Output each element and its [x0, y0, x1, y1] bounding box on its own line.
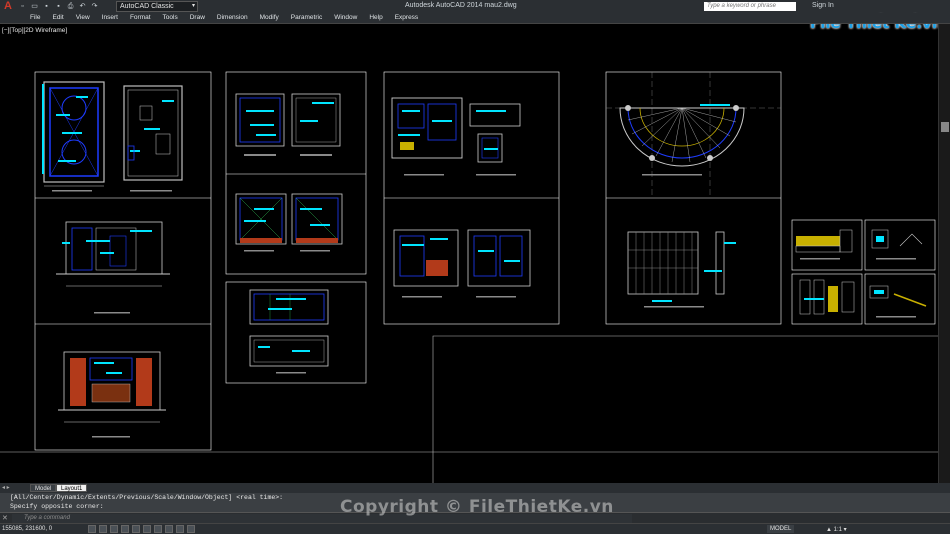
save-icon[interactable]: ▪ — [42, 2, 51, 11]
print-icon[interactable]: ⎙ — [66, 2, 75, 11]
scrollbar-thumb[interactable] — [941, 122, 949, 132]
drawing-apartment-elevation — [393, 229, 531, 298]
autocad-logo-icon[interactable]: A — [1, 0, 15, 13]
menu-modify[interactable]: Modify — [254, 13, 285, 23]
status-bar: 155085, 231600, 0 MODEL ▲ 1:1 ▾ — [0, 523, 950, 534]
menu-format[interactable]: Format — [124, 13, 157, 23]
ducs-toggle-icon[interactable] — [154, 525, 162, 533]
drawing-apartment-plan — [391, 97, 521, 176]
new-icon[interactable]: ▫ — [18, 2, 27, 11]
search-input[interactable]: Type a keyword or phrase — [704, 2, 796, 11]
menu-help[interactable]: Help — [363, 13, 388, 23]
menu-draw[interactable]: Draw — [184, 13, 211, 23]
drafting-toggles — [88, 525, 195, 533]
drawing-wc-section — [249, 289, 329, 374]
tab-model[interactable]: Model — [30, 484, 57, 492]
menu-insert[interactable]: Insert — [96, 13, 124, 23]
menu-file[interactable]: File — [24, 13, 46, 23]
drawing-ceiling-plan — [42, 81, 105, 192]
menu-dimension[interactable]: Dimension — [211, 13, 254, 23]
quick-access-toolbar: ▫ ▭ ▪ ▪ ⎙ ↶ ↷ — [18, 2, 99, 11]
tab-nav-arrows[interactable]: ◂ ▸ — [2, 484, 10, 491]
polar-toggle-icon[interactable] — [121, 525, 129, 533]
menu-bar: File Edit View Insert Format Tools Draw … — [0, 13, 950, 24]
undo-icon[interactable]: ↶ — [78, 2, 87, 11]
drawing-wc-elevation — [235, 193, 343, 252]
menu-view[interactable]: View — [70, 13, 96, 23]
open-icon[interactable]: ▭ — [30, 2, 39, 11]
grid-toggle-icon[interactable] — [99, 525, 107, 533]
menu-edit[interactable]: Edit — [46, 13, 69, 23]
lineweight-toggle-icon[interactable] — [176, 525, 184, 533]
annotation-scale[interactable]: ▲ 1:1 ▾ — [826, 526, 847, 533]
coordinates-readout: 155085, 231600, 0 — [2, 526, 53, 532]
ortho-toggle-icon[interactable] — [110, 525, 118, 533]
drawing-stair-elevation — [627, 231, 736, 308]
drawing-floor-plan — [123, 85, 183, 192]
tab-layout1[interactable]: Layout1 — [56, 484, 88, 492]
app-title: Autodesk AutoCAD 2014 mau2.dwg — [405, 2, 517, 9]
title-bar: A ▫ ▭ ▪ ▪ ⎙ ↶ ↷ AutoCAD Classic ▾ Autode… — [0, 0, 950, 32]
workspace-label: AutoCAD Classic — [120, 3, 174, 10]
drawing-wc-plan-1 — [235, 93, 341, 156]
menu-parametric[interactable]: Parametric — [285, 13, 328, 23]
close-icon[interactable]: ✕ — [2, 514, 8, 522]
drawing-elevation-1 — [56, 221, 170, 314]
menu-express[interactable]: Express — [389, 13, 424, 23]
drawing-elevation-2 — [58, 351, 166, 438]
model-space-button[interactable]: MODEL — [767, 525, 795, 533]
signin-button[interactable]: Sign In — [812, 2, 834, 9]
saveas-icon[interactable]: ▪ — [54, 2, 63, 11]
menu-window[interactable]: Window — [328, 13, 363, 23]
otrack-toggle-icon[interactable] — [143, 525, 151, 533]
transparency-toggle-icon[interactable] — [187, 525, 195, 533]
workspace-dropdown[interactable]: AutoCAD Classic ▾ — [116, 1, 198, 12]
drawing-canvas[interactable] — [0, 24, 938, 483]
drawing-stair-plan — [606, 72, 781, 198]
copyright-watermark: Copyright © FileThietKe.vn — [340, 497, 614, 517]
sheet-group-4 — [605, 71, 782, 325]
chevron-down-icon: ▾ — [191, 3, 195, 9]
layout-tabs-bar: ◂ ▸ Model Layout1 — [0, 483, 950, 493]
snap-toggle-icon[interactable] — [88, 525, 96, 533]
vertical-scrollbar[interactable] — [938, 24, 950, 483]
menu-tools[interactable]: Tools — [157, 13, 184, 23]
osnap-toggle-icon[interactable] — [132, 525, 140, 533]
dyn-toggle-icon[interactable] — [165, 525, 173, 533]
redo-icon[interactable]: ↷ — [90, 2, 99, 11]
viewport-label[interactable]: [−][Top][2D Wireframe] — [2, 27, 67, 34]
